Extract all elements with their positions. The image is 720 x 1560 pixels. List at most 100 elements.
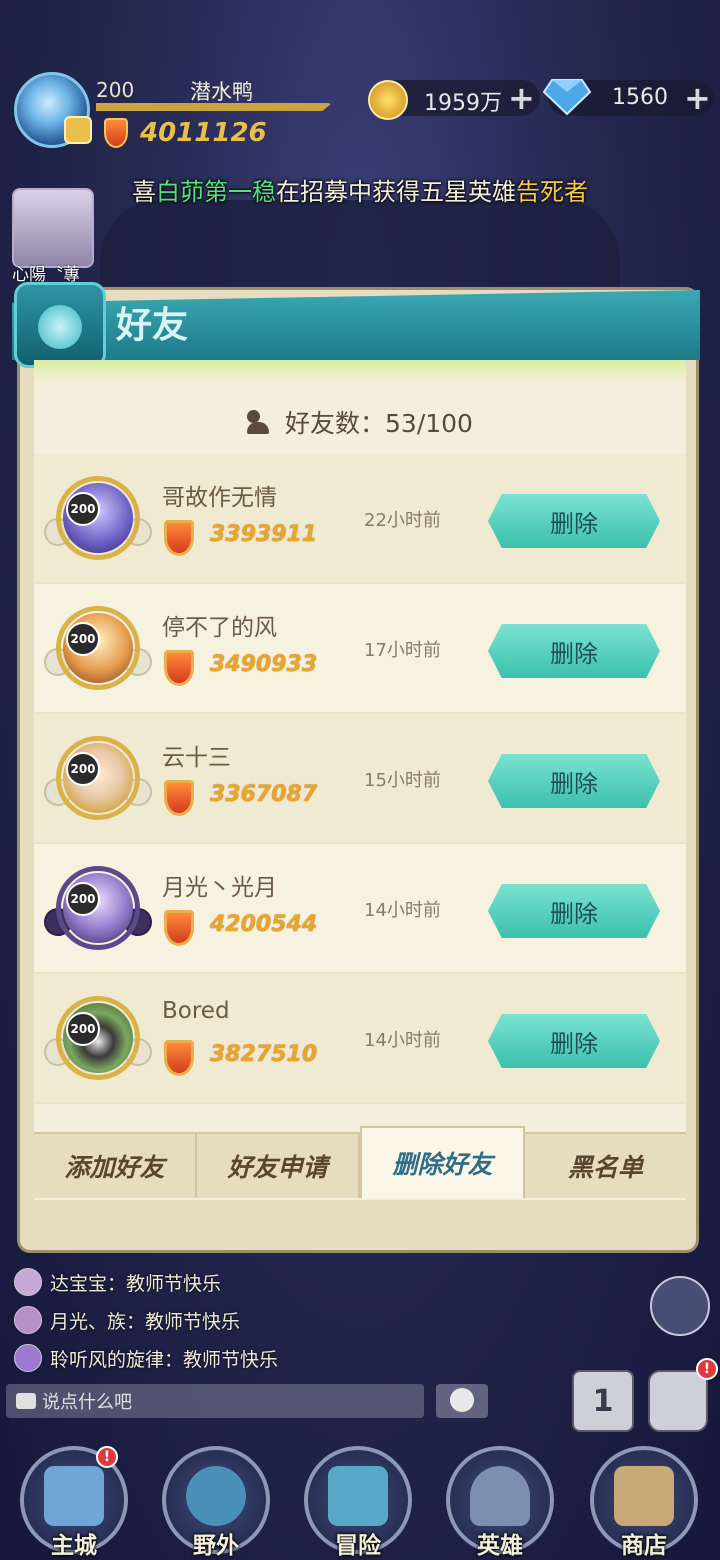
friend-tabs: 添加好友 好友申请 删除好友 黑名单 — [34, 1126, 686, 1198]
friend-row[interactable]: 200 月光丶光月 4200544 14小时前 删除 — [34, 844, 686, 974]
backpack-notification-icon: ! — [696, 1358, 718, 1380]
friend-power: 3827510 — [210, 1042, 318, 1067]
friend-name: 哥故作无情 — [162, 485, 277, 511]
last-online: 17小时前 — [364, 640, 441, 661]
friend-row[interactable]: 200 哥故作无情 3393911 22小时前 删除 — [34, 454, 686, 584]
smiley-icon — [450, 1388, 474, 1412]
friend-list[interactable]: 200 哥故作无情 3393911 22小时前 删除 200 停不了的风 349… — [34, 454, 686, 1104]
tab-add-friend[interactable]: 添加好友 — [34, 1134, 197, 1198]
chat-text: 达宝宝：教师节快乐 — [50, 1272, 222, 1295]
nav-wilderness[interactable]: 野外 — [162, 1440, 272, 1560]
gold-plus-button[interactable]: + — [508, 82, 535, 114]
friend-avatar[interactable]: 200 — [40, 466, 156, 570]
ticker-hero: 告死者 — [516, 178, 588, 206]
friend-name: 云十三 — [162, 745, 231, 771]
nav-adventure[interactable]: 冒险 — [304, 1440, 414, 1560]
bottom-navigation: 主城 ! 野外 冒险 英雄 商店 — [0, 1440, 720, 1560]
friend-avatar[interactable]: 200 — [40, 986, 156, 1090]
friend-power: 3490933 — [210, 652, 318, 677]
player-level: 200 — [96, 78, 135, 102]
helmet-icon — [470, 1466, 530, 1526]
power-shield-icon — [164, 1040, 194, 1076]
delete-friend-button[interactable]: 删除 — [488, 884, 660, 938]
vip-badge-icon — [64, 116, 92, 144]
panel-title: 好友 — [116, 305, 189, 346]
level-badge: 200 — [66, 752, 100, 786]
chat-input[interactable]: 说点什么吧 — [6, 1384, 424, 1418]
friend-name: 月光丶光月 — [162, 875, 277, 901]
friend-row[interactable]: 200 云十三 3367087 15小时前 删除 — [34, 714, 686, 844]
level-badge: 200 — [66, 1012, 100, 1046]
friend-name: 停不了的风 — [162, 615, 277, 641]
friend-avatar[interactable]: 200 — [40, 856, 156, 960]
diamond-amount: 1560 — [612, 85, 668, 110]
nav-label: 英雄 — [477, 1533, 523, 1559]
ticker-prefix: 喜 — [132, 178, 156, 206]
backpack-icon[interactable] — [648, 1370, 708, 1432]
friend-count: 好友数：53/100 — [34, 396, 686, 448]
level-badge: 200 — [66, 622, 100, 656]
friend-row[interactable]: 200 停不了的风 3490933 17小时前 删除 — [34, 584, 686, 714]
power-shield-icon — [164, 780, 194, 816]
delete-friend-button[interactable]: 删除 — [488, 624, 660, 678]
delete-friend-button[interactable]: 删除 — [488, 1014, 660, 1068]
xp-bar — [96, 103, 332, 111]
chat-text: 聆听风的旋律：教师节快乐 — [50, 1348, 279, 1371]
emblem-eye-icon — [38, 305, 82, 349]
last-online: 22小时前 — [364, 510, 441, 531]
chat-avatar — [14, 1344, 42, 1372]
chat-avatar — [14, 1306, 42, 1334]
delete-friend-button[interactable]: 删除 — [488, 494, 660, 548]
nav-label: 野外 — [193, 1533, 239, 1559]
friend-count-label: 好友数：53/100 — [285, 409, 473, 438]
friend-avatar[interactable]: 200 — [40, 596, 156, 700]
gold-amount: 1959万 — [424, 91, 502, 116]
wilderness-icon — [186, 1466, 246, 1526]
power-shield-icon — [164, 520, 194, 556]
player-name: 潜水鸭 — [190, 80, 253, 104]
last-online: 14小时前 — [364, 1030, 441, 1051]
diamond-plus-button[interactable]: + — [684, 82, 711, 114]
chat-message[interactable]: 达宝宝：教师节快乐 — [14, 1268, 221, 1296]
power-shield-icon — [104, 118, 128, 148]
nav-heroes[interactable]: 英雄 — [446, 1440, 556, 1560]
tab-blacklist[interactable]: 黑名单 — [525, 1134, 686, 1198]
castle-icon — [44, 1466, 104, 1526]
tab-friend-requests[interactable]: 好友申请 — [197, 1134, 360, 1198]
level-badge: 200 — [66, 492, 100, 526]
power-shield-icon — [164, 910, 194, 946]
delete-friend-button[interactable]: 删除 — [488, 754, 660, 808]
tab-delete-friend[interactable]: 删除好友 — [360, 1126, 525, 1198]
announcement-ticker: 喜白茆第一稳在招募中获得五星英雄告死者 — [0, 172, 720, 207]
social-people-button[interactable] — [650, 1276, 710, 1336]
ticker-middle: 在招募中获得五星英雄 — [276, 178, 516, 206]
main-city-notification-icon: ! — [96, 1446, 118, 1468]
nav-label: 冒险 — [335, 1533, 381, 1559]
ranking-icon[interactable]: 1 — [572, 1370, 634, 1432]
chat-text: 月光、族：教师节快乐 — [50, 1310, 241, 1333]
friend-power: 3367087 — [210, 782, 318, 807]
chat-placeholder: 说点什么吧 — [42, 1392, 132, 1413]
ticker-player: 白茆第一稳 — [156, 178, 276, 206]
friend-power: 3393911 — [210, 522, 318, 547]
friend-name: Bored — [162, 998, 230, 1024]
friend-row[interactable]: 200 Bored 3827510 14小时前 删除 — [34, 974, 686, 1104]
last-online: 15小时前 — [364, 770, 441, 791]
people-icon — [247, 410, 275, 434]
gold-coin-icon — [368, 80, 408, 120]
friend-avatar[interactable]: 200 — [40, 726, 156, 830]
sword-icon — [328, 1466, 388, 1526]
nav-shop[interactable]: 商店 — [590, 1440, 700, 1560]
last-online: 14小时前 — [364, 900, 441, 921]
chat-message[interactable]: 聆听风的旋律：教师节快乐 — [14, 1344, 278, 1372]
shop-icon — [614, 1466, 674, 1526]
friend-power: 4200544 — [210, 912, 318, 937]
panel-top-strip — [34, 360, 686, 384]
chat-avatar — [14, 1268, 42, 1296]
chat-bubble-icon — [16, 1393, 36, 1409]
side-event-portrait[interactable] — [12, 188, 94, 268]
nav-label: 商店 — [621, 1533, 667, 1559]
diamond-icon — [542, 79, 592, 116]
player-power: 4011126 — [140, 118, 267, 148]
chat-message[interactable]: 月光、族：教师节快乐 — [14, 1306, 240, 1334]
